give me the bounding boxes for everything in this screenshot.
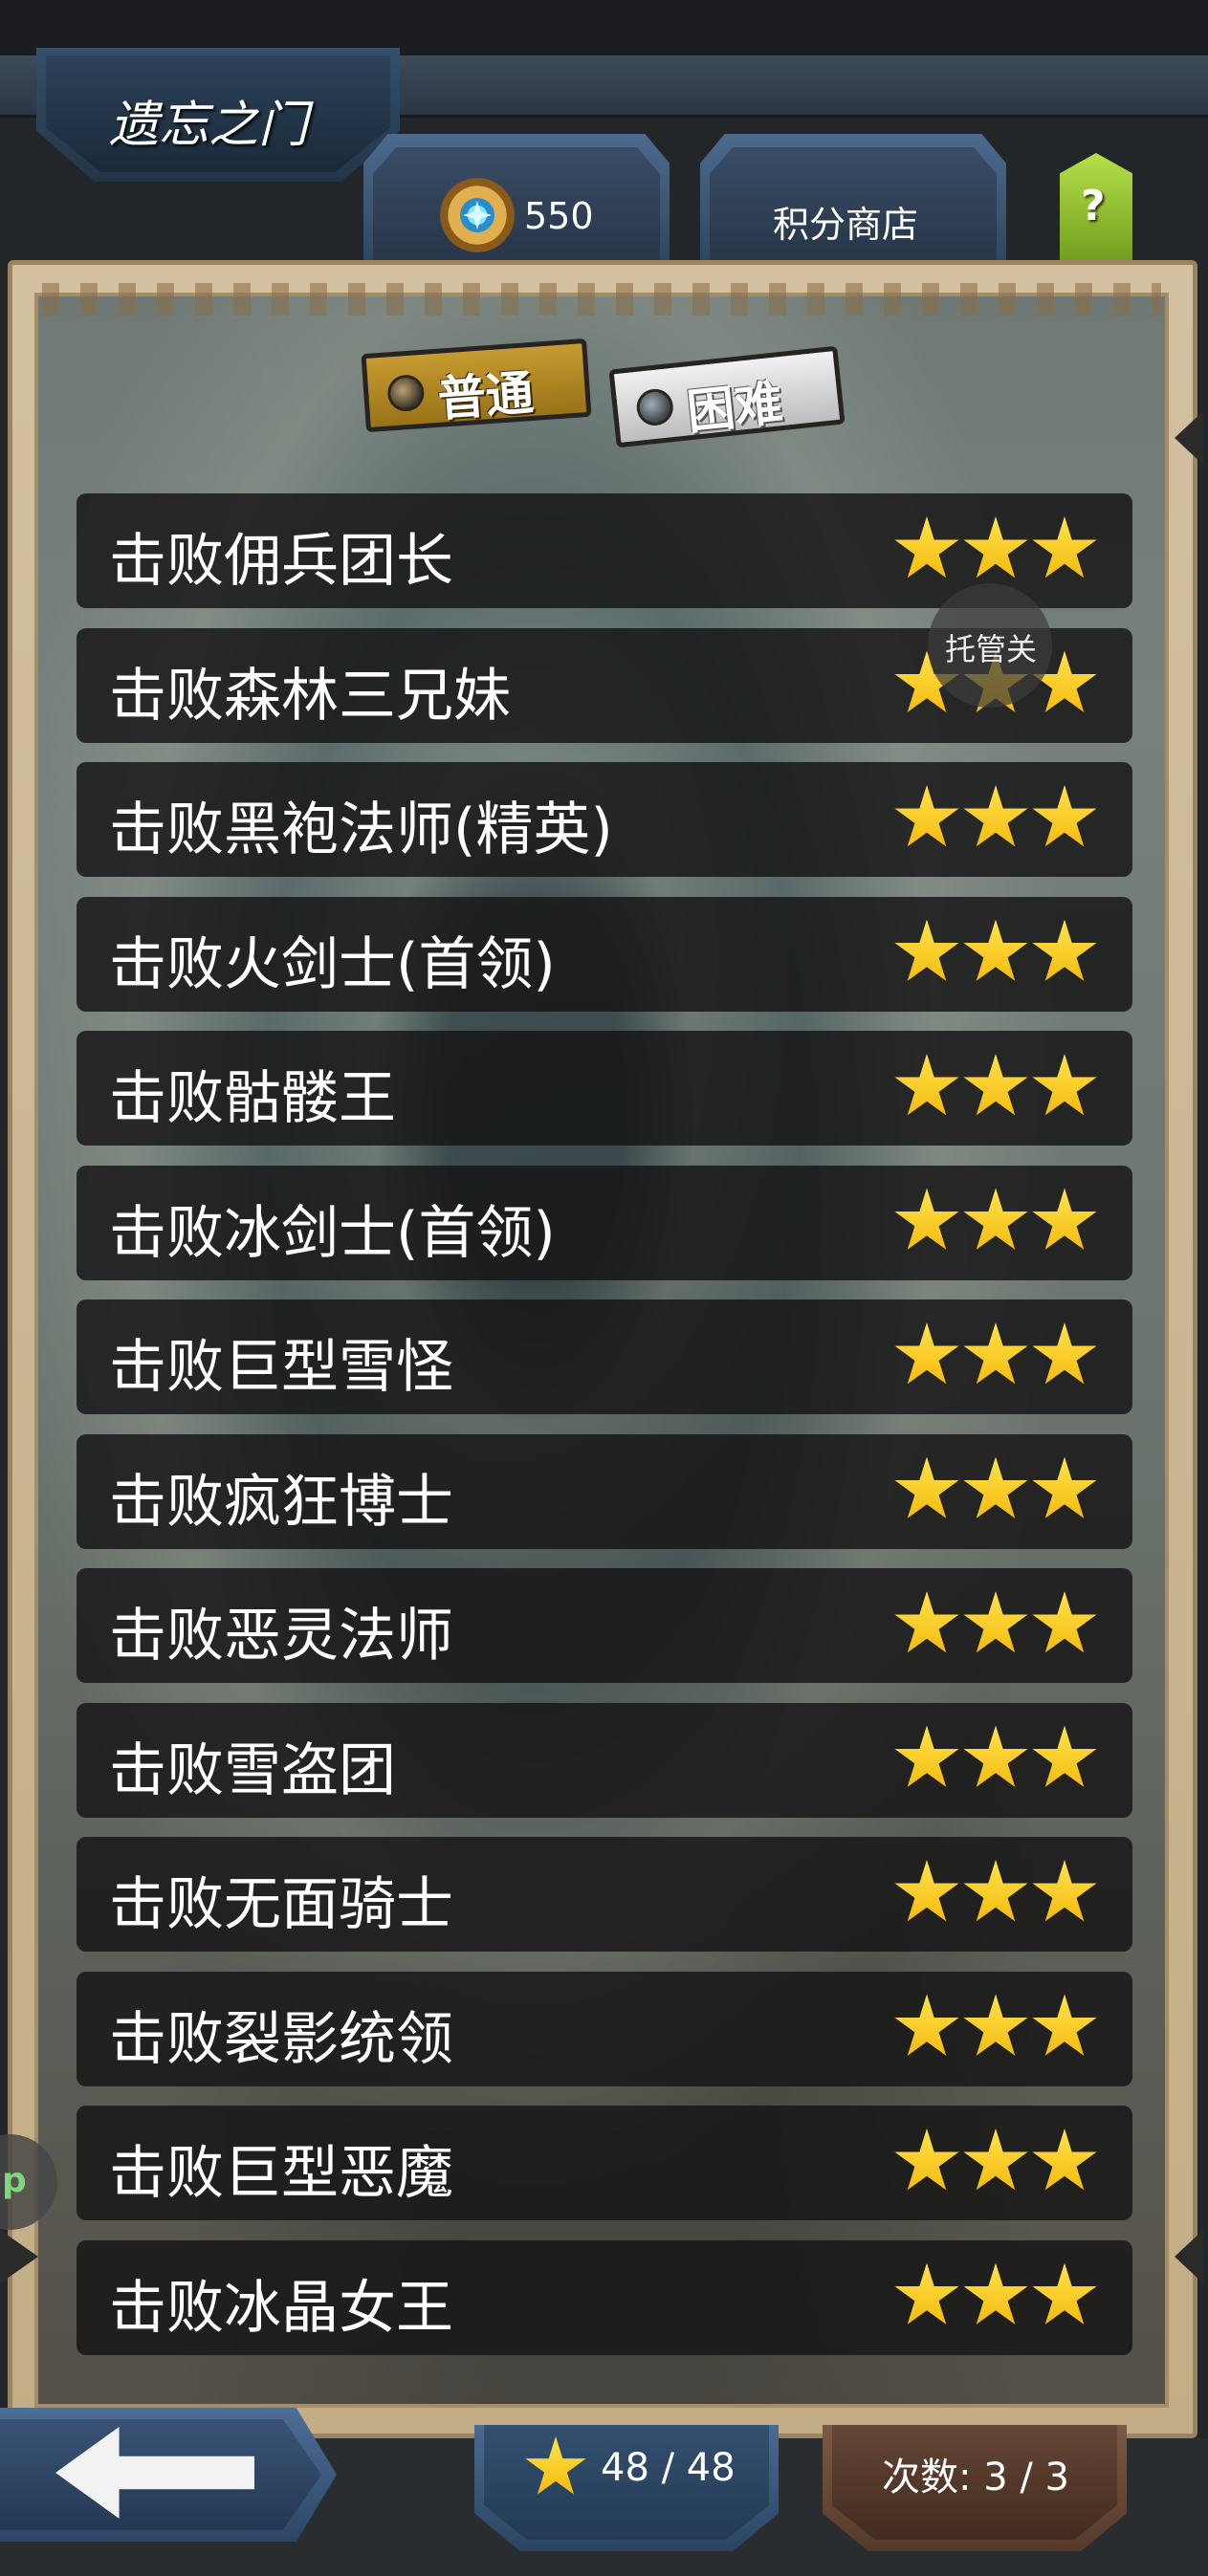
star-rating <box>893 1725 1104 1793</box>
star-icon <box>1032 1322 1097 1385</box>
star-icon <box>963 2128 1028 2191</box>
auto-battle-bubble[interactable]: 托管关 <box>928 583 1052 708</box>
help-icon[interactable]: ? <box>1081 182 1106 230</box>
star-icon <box>963 785 1028 847</box>
star-icon <box>894 919 959 981</box>
star-rating <box>893 1188 1104 1255</box>
star-icon <box>894 785 959 847</box>
currency-display <box>363 134 670 268</box>
side-floating-label: p <box>2 2161 27 2200</box>
challenge-row[interactable]: 击败火剑士(首领) <box>77 896 1132 1012</box>
challenge-name: 击败恶灵法师 <box>109 1603 453 1670</box>
challenge-name: 击败冰晶女王 <box>109 2274 453 2342</box>
selected-dot-icon <box>386 373 426 413</box>
challenge-name: 击败佣兵团长 <box>109 528 453 595</box>
star-icon <box>963 919 1028 981</box>
star-icon <box>963 1994 1028 2056</box>
challenge-name: 击败骷髅王 <box>109 1065 396 1132</box>
auto-battle-label: 托管关 <box>945 631 1038 667</box>
unselected-dot-icon <box>634 387 675 427</box>
star-icon <box>894 516 959 579</box>
star-icon <box>963 1591 1028 1653</box>
gem-medal-icon <box>440 178 515 252</box>
star-icon <box>963 2262 1028 2325</box>
star-icon <box>963 1725 1028 1787</box>
star-total-value: 48 / 48 <box>601 2446 736 2490</box>
tries-value: 次数: 3 / 3 <box>882 2456 1069 2500</box>
challenge-name: 击败森林三兄妹 <box>109 662 511 730</box>
challenge-name: 击败火剑士(首领) <box>109 930 556 998</box>
challenge-name: 击败雪盗团 <box>109 1736 396 1804</box>
challenge-row[interactable]: 击败黑袍法师(精英) <box>77 762 1132 877</box>
challenge-row[interactable]: 击败巨型恶魔 <box>77 2106 1132 2220</box>
star-rating <box>893 516 1104 583</box>
star-icon <box>963 1860 1028 1922</box>
challenge-name: 击败无面骑士 <box>109 1871 453 1938</box>
star-icon <box>963 1188 1028 1250</box>
challenge-row[interactable]: 击败冰晶女王 <box>77 2239 1132 2355</box>
star-icon <box>963 1054 1028 1116</box>
star-icon <box>894 1591 959 1653</box>
star-icon <box>963 516 1028 579</box>
star-rating <box>893 1860 1104 1927</box>
star-icon <box>1032 1725 1097 1787</box>
currency-value: 550 <box>524 195 594 237</box>
star-icon <box>894 1725 959 1787</box>
challenge-row[interactable]: 击败无面骑士 <box>77 1837 1132 1952</box>
star-icon <box>894 1322 959 1385</box>
star-rating <box>893 1456 1104 1524</box>
challenge-name: 击败冰剑士(首领) <box>109 1199 556 1267</box>
challenge-row[interactable]: 击败冰剑士(首领) <box>77 1165 1132 1280</box>
star-icon <box>894 1994 959 2056</box>
challenge-name: 击败巨型恶魔 <box>109 2140 453 2207</box>
star-rating <box>893 1994 1104 2062</box>
board-ornament <box>42 283 1161 316</box>
tab-normal[interactable]: 普通 <box>361 338 592 433</box>
star-icon <box>1032 1188 1097 1250</box>
star-icon <box>1032 1591 1097 1653</box>
challenge-row[interactable]: 击败雪盗团 <box>77 1702 1132 1818</box>
star-icon <box>1032 1054 1097 1116</box>
star-rating <box>893 1591 1104 1658</box>
star-icon <box>1032 1994 1097 2056</box>
challenge-name: 击败裂影统领 <box>109 2005 453 2073</box>
star-icon <box>894 1188 959 1250</box>
challenge-row[interactable]: 击败疯狂博士 <box>77 1433 1132 1549</box>
star-icon <box>963 1456 1028 1518</box>
star-icon <box>1032 785 1097 847</box>
status-bar <box>0 0 1208 55</box>
star-icon <box>1032 516 1097 579</box>
star-rating <box>893 785 1104 852</box>
star-icon <box>1032 2262 1097 2325</box>
challenge-name: 击败疯狂博士 <box>109 1468 453 1536</box>
star-icon <box>1032 2128 1097 2191</box>
star-rating <box>893 919 1104 987</box>
challenge-row[interactable]: 击败裂影统领 <box>77 1971 1132 2086</box>
tab-hard-label: 困难 <box>684 375 785 441</box>
points-shop-label[interactable]: 积分商店 <box>773 195 918 248</box>
challenge-name: 击败巨型雪怪 <box>109 1334 453 1401</box>
page-title: 遗忘之门 <box>109 97 309 154</box>
star-rating <box>893 2262 1104 2330</box>
challenge-row[interactable]: 击败恶灵法师 <box>77 1568 1132 1683</box>
star-rating <box>893 1322 1104 1389</box>
star-icon <box>963 1322 1028 1385</box>
star-icon <box>894 2262 959 2325</box>
challenge-row[interactable]: 击败骷髅王 <box>77 1031 1132 1146</box>
star-rating <box>893 2128 1104 2195</box>
star-icon <box>894 1054 959 1116</box>
star-icon <box>1032 919 1097 981</box>
tab-normal-label: 普通 <box>435 364 536 427</box>
challenge-name: 击败黑袍法师(精英) <box>109 797 613 863</box>
challenge-row[interactable]: 击败巨型雪怪 <box>77 1299 1132 1414</box>
star-icon <box>894 1456 959 1518</box>
star-icon <box>1032 1456 1097 1518</box>
star-icon <box>894 2128 959 2191</box>
star-rating <box>893 1054 1104 1121</box>
star-icon <box>894 1860 959 1922</box>
star-icon <box>1032 1860 1097 1922</box>
